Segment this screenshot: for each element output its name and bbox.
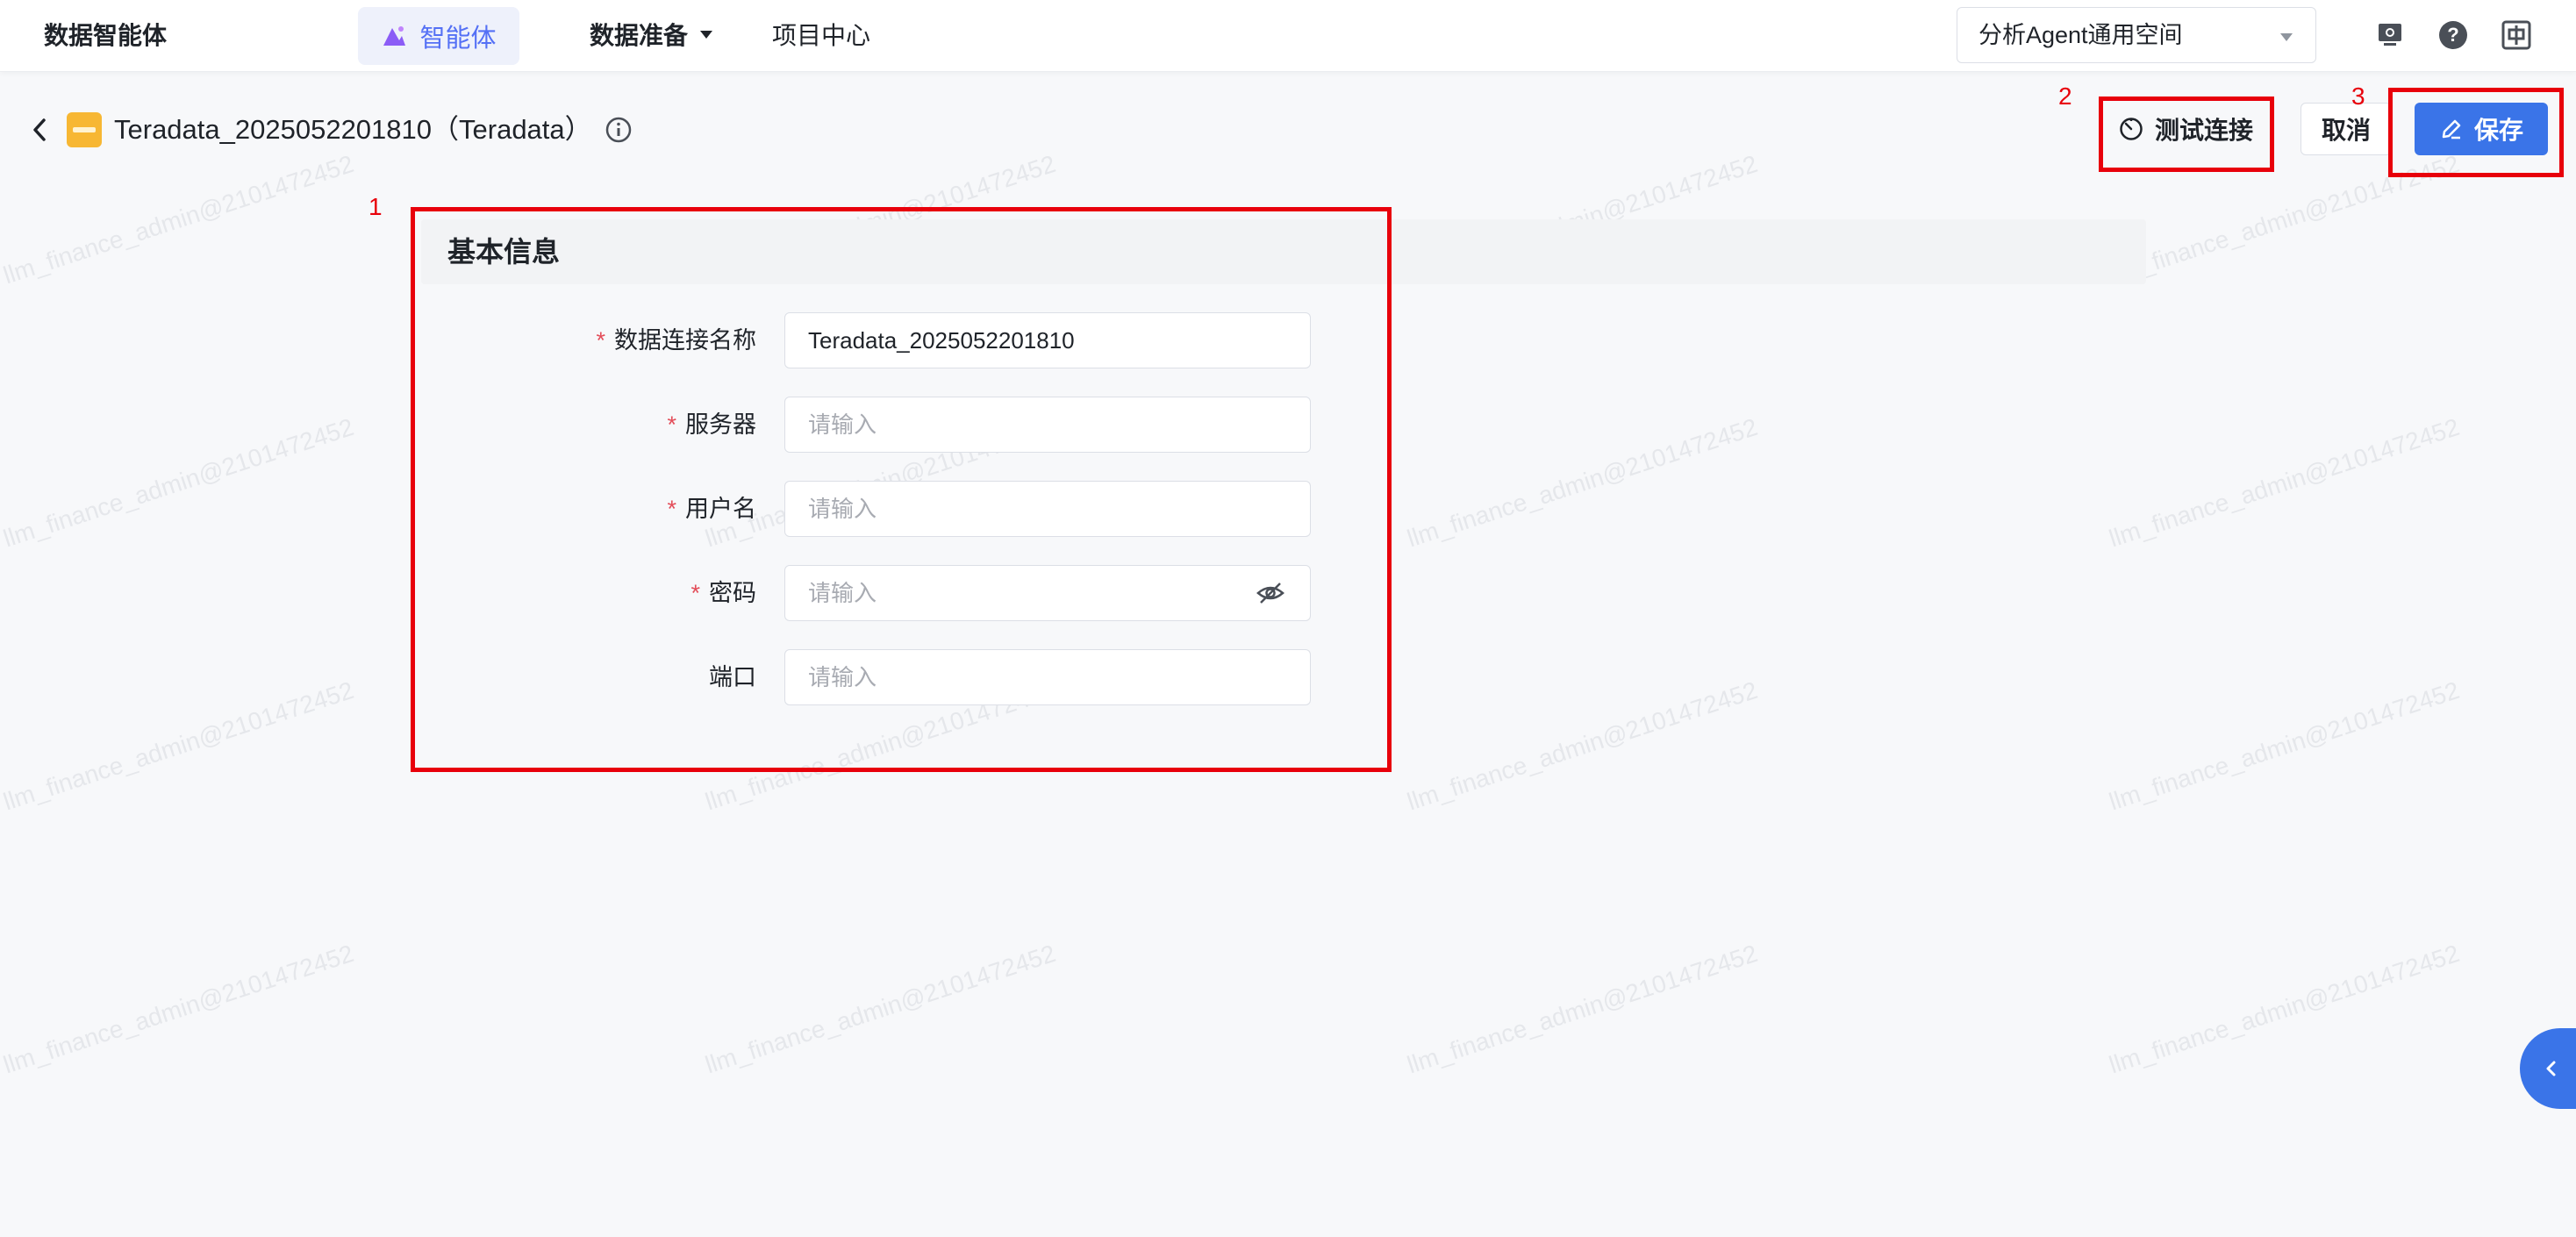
back-button[interactable]: [26, 112, 53, 147]
cancel-button[interactable]: 取消: [2301, 103, 2392, 155]
chevron-left-icon: [2546, 1061, 2556, 1076]
watermark-text: llm_finance_admin@2101472452: [1404, 939, 1761, 1079]
annotation-number-1: 1: [369, 193, 383, 220]
save-label: 保存: [2473, 117, 2523, 144]
test-connection-button[interactable]: 测试连接: [2104, 103, 2267, 155]
chevron-left-icon: [33, 118, 46, 141]
annotation-number-3: 3: [2351, 82, 2365, 110]
info-icon[interactable]: [604, 115, 633, 145]
field-label: 端口: [709, 664, 756, 690]
svg-text:?: ?: [2447, 24, 2458, 46]
help-icon[interactable]: ?: [2437, 19, 2469, 51]
watermark-text: llm_finance_admin@2101472452: [0, 676, 357, 816]
field-label: * 服务器: [667, 411, 756, 438]
form-row-username: * 用户名: [421, 481, 1316, 537]
nav-item-project-center[interactable]: 项目中心: [772, 0, 870, 72]
watermark-text: llm_finance_admin@2101472452: [1404, 676, 1761, 816]
edit-icon: [2442, 119, 2461, 139]
nav-agent-label: 智能体: [419, 25, 497, 53]
server-input[interactable]: [784, 397, 1311, 453]
teradata-logo-icon: [67, 112, 102, 147]
brand-title: 数据智能体: [44, 22, 168, 49]
form-row-server: * 服务器: [421, 397, 1316, 453]
username-input[interactable]: [784, 481, 1311, 537]
port-input[interactable]: [784, 649, 1311, 705]
page-header: Teradata_2025052201810（Teradata） 测试连接 取消…: [0, 74, 2576, 186]
watermark-text: llm_finance_admin@2101472452: [0, 412, 357, 553]
watermark-text: llm_finance_admin@2101472452: [2106, 939, 2463, 1079]
top-navbar: 数据智能体 智能体 数据准备 项目中心 分析Agent通用空间 ?: [0, 0, 2576, 72]
chevron-down-icon: [2280, 33, 2293, 41]
watermark-text: llm_finance_admin@2101472452: [2106, 676, 2463, 816]
timer-icon: [2120, 118, 2143, 140]
watermark-text: llm_finance_admin@2101472452: [702, 939, 1059, 1079]
field-label: * 数据连接名称: [596, 327, 756, 354]
password-input[interactable]: [784, 565, 1311, 621]
nav-project-label: 项目中心: [772, 22, 871, 49]
required-mark: *: [596, 327, 605, 354]
form-row-password: * 密码: [421, 565, 1316, 621]
nav-data-label: 数据准备: [590, 22, 689, 49]
basic-info-section-header: 基本信息: [421, 219, 2146, 284]
nav-item-data-prep[interactable]: 数据准备: [590, 0, 713, 72]
form-row-connection-name: * 数据连接名称: [421, 312, 1316, 368]
page-title: Teradata_2025052201810（Teradata）: [114, 114, 592, 145]
monitor-gear-icon[interactable]: [2374, 19, 2406, 51]
watermark-text: llm_finance_admin@2101472452: [1404, 412, 1761, 553]
field-label: * 用户名: [667, 496, 756, 522]
test-connection-label: 测试连接: [2154, 117, 2253, 144]
nav-item-agent[interactable]: 智能体: [358, 7, 519, 65]
required-mark: *: [691, 580, 700, 606]
language-zh-icon[interactable]: [2501, 19, 2532, 51]
required-mark: *: [667, 411, 676, 438]
form-row-port: 端口: [421, 649, 1316, 705]
watermark-text: llm_finance_admin@2101472452: [0, 939, 357, 1079]
caret-down-icon: [700, 31, 713, 39]
save-button[interactable]: 保存: [2415, 103, 2548, 155]
workspace-select-value: 分析Agent通用空间: [1979, 22, 2183, 48]
agent-icon: [381, 23, 407, 49]
section-title: 基本信息: [447, 236, 561, 268]
required-mark: *: [667, 496, 676, 522]
annotation-number-2: 2: [2058, 82, 2072, 110]
watermark-text: llm_finance_admin@2101472452: [2106, 412, 2463, 553]
field-label: * 密码: [691, 580, 756, 606]
side-panel-toggle[interactable]: [2520, 1028, 2576, 1109]
connection-name-input[interactable]: [784, 312, 1311, 368]
cancel-label: 取消: [2321, 117, 2371, 144]
workspace-select[interactable]: 分析Agent通用空间: [1957, 7, 2316, 63]
eye-off-icon[interactable]: [1255, 577, 1286, 609]
